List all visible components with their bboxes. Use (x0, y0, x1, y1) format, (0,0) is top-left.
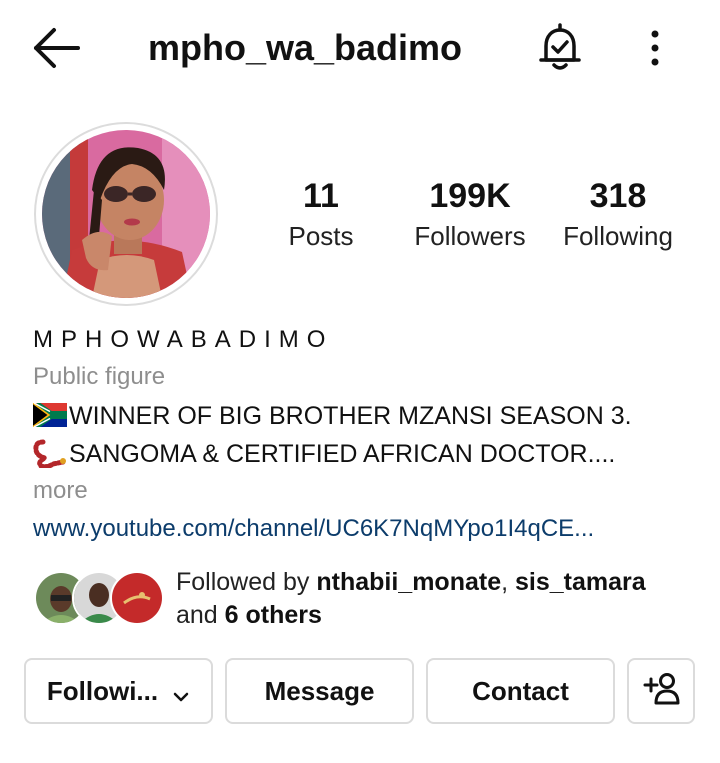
posts-count: 11 (303, 177, 339, 215)
message-button[interactable]: Message (225, 658, 414, 724)
chevron-down-icon (172, 682, 190, 702)
followed-by-prefix: Followed by (176, 568, 317, 596)
profile-avatar[interactable] (42, 130, 210, 298)
stat-following[interactable]: 318 Following (543, 176, 693, 254)
category-label: Public figure (33, 363, 166, 390)
bio-text-2: SANGOMA & CERTIFIED AFRICAN DOCTOR.... (69, 440, 616, 468)
followed-by-text[interactable]: Followed by nthabii_monate, sis_tamara a… (176, 566, 696, 632)
following-button[interactable]: Followi... (24, 658, 213, 724)
mutual-user-1[interactable]: nthabii_monate (316, 568, 501, 596)
contact-button[interactable]: Contact (426, 658, 615, 724)
prayer-beads-icon (33, 438, 67, 470)
mutual-user-2[interactable]: sis_tamara (515, 568, 646, 596)
following-label: Following (563, 221, 673, 251)
bio-line-1: WINNER OF BIG BROTHER MZANSI SEASON 3. (32, 398, 632, 434)
stat-posts[interactable]: 11 Posts (246, 176, 396, 254)
followed-by-and: and (176, 601, 225, 629)
mutual-avatar-3 (110, 571, 164, 625)
bio-line-2: SANGOMA & CERTIFIED AFRICAN DOCTOR.... (33, 436, 615, 472)
profile-username: mpho_wa_badimo (147, 27, 463, 68)
followers-label: Followers (414, 221, 526, 251)
following-count: 318 (589, 177, 647, 215)
message-button-label: Message (264, 675, 375, 706)
back-arrow-icon[interactable] (30, 24, 82, 72)
mutual-followers-avatars[interactable] (34, 571, 164, 625)
following-button-label: Followi... (46, 675, 159, 706)
bio-text-1: WINNER OF BIG BROTHER MZANSI SEASON 3. (69, 402, 632, 430)
bio-more-link[interactable]: more (33, 474, 88, 508)
website-link[interactable]: www.youtube.com/channel/UC6K7NqMYpo1I4qC… (33, 512, 594, 546)
followed-by-separator: , (501, 568, 516, 596)
posts-label: Posts (288, 221, 354, 251)
more-options-icon[interactable] (640, 26, 670, 70)
display-name: MPHOWABADIMO (33, 326, 334, 353)
add-user-button[interactable] (627, 658, 695, 724)
add-person-icon (642, 671, 680, 712)
followers-count: 199K (429, 177, 511, 215)
notification-bell-icon[interactable] (536, 22, 584, 74)
contact-button-label: Contact (472, 675, 569, 706)
south-africa-flag-icon (32, 401, 69, 429)
mutual-others-count[interactable]: 6 others (225, 601, 322, 629)
stat-followers[interactable]: 199K Followers (395, 176, 545, 254)
